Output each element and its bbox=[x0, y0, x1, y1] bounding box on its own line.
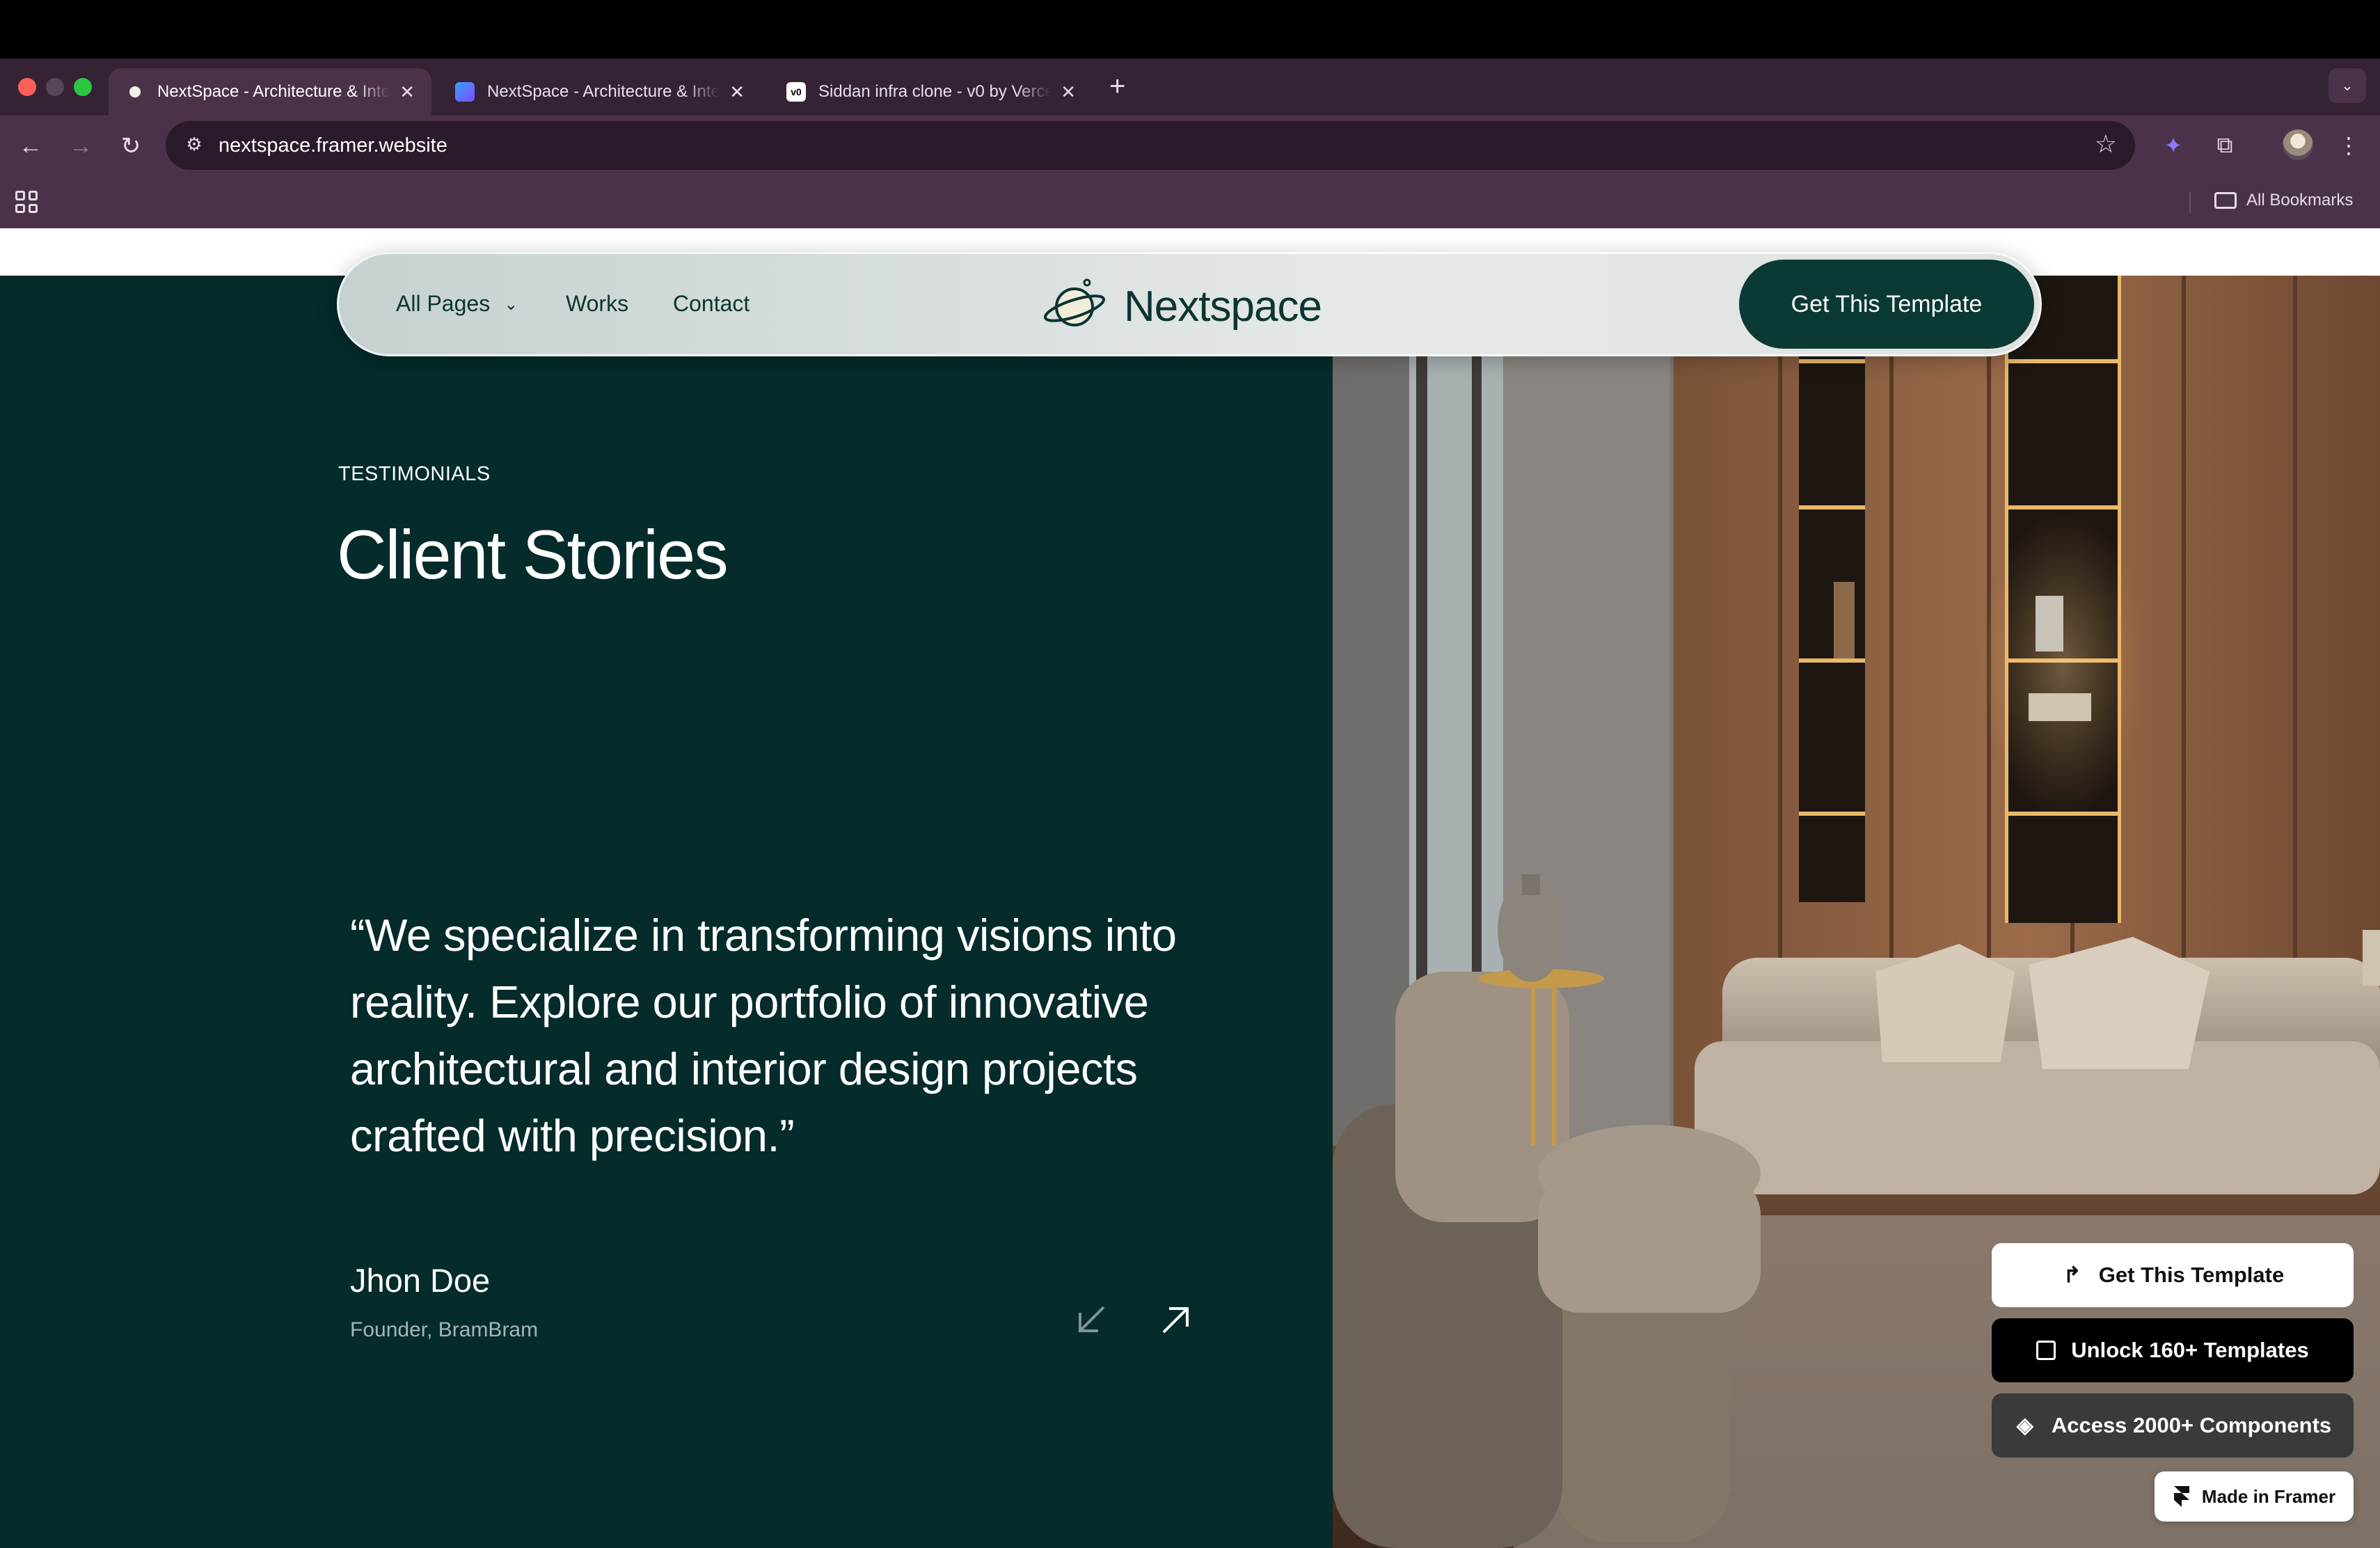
extensions-puzzle-icon[interactable]: ⧉ bbox=[2207, 128, 2242, 163]
unlock-templates-button[interactable]: Unlock 160+ Templates bbox=[1992, 1318, 2354, 1382]
apps-grid-icon[interactable] bbox=[15, 191, 38, 213]
close-tab-icon[interactable]: ✕ bbox=[399, 81, 415, 103]
nav-works[interactable]: Works bbox=[566, 291, 628, 317]
minimize-window-button[interactable] bbox=[46, 78, 64, 96]
tab-search-button[interactable]: ⌄ bbox=[2329, 68, 2366, 103]
close-tab-icon[interactable]: ✕ bbox=[1061, 81, 1076, 103]
nav-all-pages-label: All Pages bbox=[396, 291, 491, 316]
site-settings-icon[interactable]: ⚙ bbox=[182, 134, 206, 157]
made-in-framer-label: Made in Framer bbox=[2201, 1485, 2336, 1507]
brand-name[interactable]: Nextspace bbox=[1124, 282, 1322, 331]
gemini-extension-icon[interactable]: ✦ bbox=[2156, 128, 2191, 163]
all-bookmarks-label: All Bookmarks bbox=[2246, 191, 2354, 210]
close-tab-icon[interactable]: ✕ bbox=[729, 81, 745, 103]
reload-icon[interactable]: ↻ bbox=[114, 129, 148, 163]
forward-arrow-icon[interactable]: → bbox=[64, 129, 97, 163]
share-arrow-icon: ↱ bbox=[2063, 1263, 2081, 1287]
new-tab-button[interactable]: + bbox=[1109, 72, 1125, 100]
page-viewport: All Pages ⌄ Works Contact Nextspace Get T… bbox=[0, 228, 2380, 1548]
folder-icon bbox=[2214, 192, 2237, 209]
nextspace-favicon-icon bbox=[125, 82, 145, 102]
browser-chrome: NextSpace - Architecture & Interior ✕ Ne… bbox=[0, 58, 2380, 228]
unlock-templates-label: Unlock 160+ Templates bbox=[2071, 1338, 2309, 1362]
profile-avatar[interactable] bbox=[2283, 129, 2313, 160]
section-title: Client Stories bbox=[337, 516, 729, 593]
section-eyebrow: TESTIMONIALS bbox=[338, 463, 491, 485]
address-bar[interactable]: ⚙ nextspace.framer.website ☆ bbox=[166, 121, 2135, 170]
v0-favicon-icon: v0 bbox=[786, 82, 806, 102]
access-components-label: Access 2000+ Components bbox=[2051, 1413, 2332, 1437]
made-in-framer-badge[interactable]: Made in Framer bbox=[2155, 1471, 2354, 1522]
browser-toolbar: ← → ↻ ⚙ nextspace.framer.website ☆ ✦ ⧉ ⋮ bbox=[0, 116, 2380, 175]
framer-favicon-icon bbox=[455, 82, 475, 102]
nav-all-pages[interactable]: All Pages ⌄ bbox=[396, 291, 518, 317]
all-bookmarks-button[interactable]: All Bookmarks bbox=[2214, 191, 2353, 210]
layers-icon: ◈ bbox=[2016, 1413, 2033, 1437]
tab-title: Siddan infra clone - v0 by Vercel bbox=[818, 82, 1052, 101]
framer-get-template-button[interactable]: ↱ Get This Template bbox=[1992, 1243, 2354, 1307]
testimonial-author: Jhon Doe bbox=[350, 1262, 491, 1299]
maximize-window-button[interactable] bbox=[74, 78, 92, 96]
chevron-down-icon: ⌄ bbox=[504, 295, 518, 314]
framer-logo-icon bbox=[2173, 1486, 2189, 1507]
testimonial-role: Founder, BramBram bbox=[350, 1318, 539, 1341]
bookmarks-divider bbox=[2189, 192, 2191, 213]
back-arrow-icon[interactable]: ← bbox=[14, 129, 47, 163]
bookmark-star-icon[interactable]: ☆ bbox=[2095, 129, 2117, 159]
bookmarks-bar: All Bookmarks bbox=[0, 175, 2380, 228]
browser-tab-3[interactable]: v0 Siddan infra clone - v0 by Vercel ✕ bbox=[770, 68, 1093, 116]
previous-arrow-icon[interactable] bbox=[1070, 1299, 1112, 1341]
browser-tab-1[interactable]: NextSpace - Architecture & Interior ✕ bbox=[109, 68, 431, 116]
planet-logo-icon[interactable] bbox=[1041, 278, 1108, 331]
site-navbar: All Pages ⌄ Works Contact Nextspace Get T… bbox=[337, 252, 2042, 356]
tab-title: NextSpace - Architecture & Interior bbox=[157, 82, 390, 101]
layout-icon bbox=[2036, 1341, 2056, 1360]
get-template-nav-button[interactable]: Get This Template bbox=[1739, 260, 2034, 349]
testimonial-quote: “We specialize in transforming visions i… bbox=[350, 910, 1177, 1161]
framer-get-template-label: Get This Template bbox=[2098, 1263, 2285, 1287]
browser-tab-2[interactable]: NextSpace - Architecture & Interior ✕ bbox=[438, 68, 761, 116]
close-window-button[interactable] bbox=[18, 78, 36, 96]
tab-strip: NextSpace - Architecture & Interior ✕ Ne… bbox=[0, 58, 2380, 116]
access-components-button[interactable]: ◈ Access 2000+ Components bbox=[1992, 1393, 2354, 1458]
tab-title: NextSpace - Architecture & Interior bbox=[487, 82, 720, 101]
next-arrow-icon[interactable] bbox=[1155, 1299, 1197, 1341]
url-text[interactable]: nextspace.framer.website bbox=[219, 134, 447, 157]
nav-contact[interactable]: Contact bbox=[673, 291, 749, 317]
browser-menu-icon[interactable]: ⋮ bbox=[2331, 128, 2366, 163]
menu-bar-area bbox=[0, 0, 2380, 58]
